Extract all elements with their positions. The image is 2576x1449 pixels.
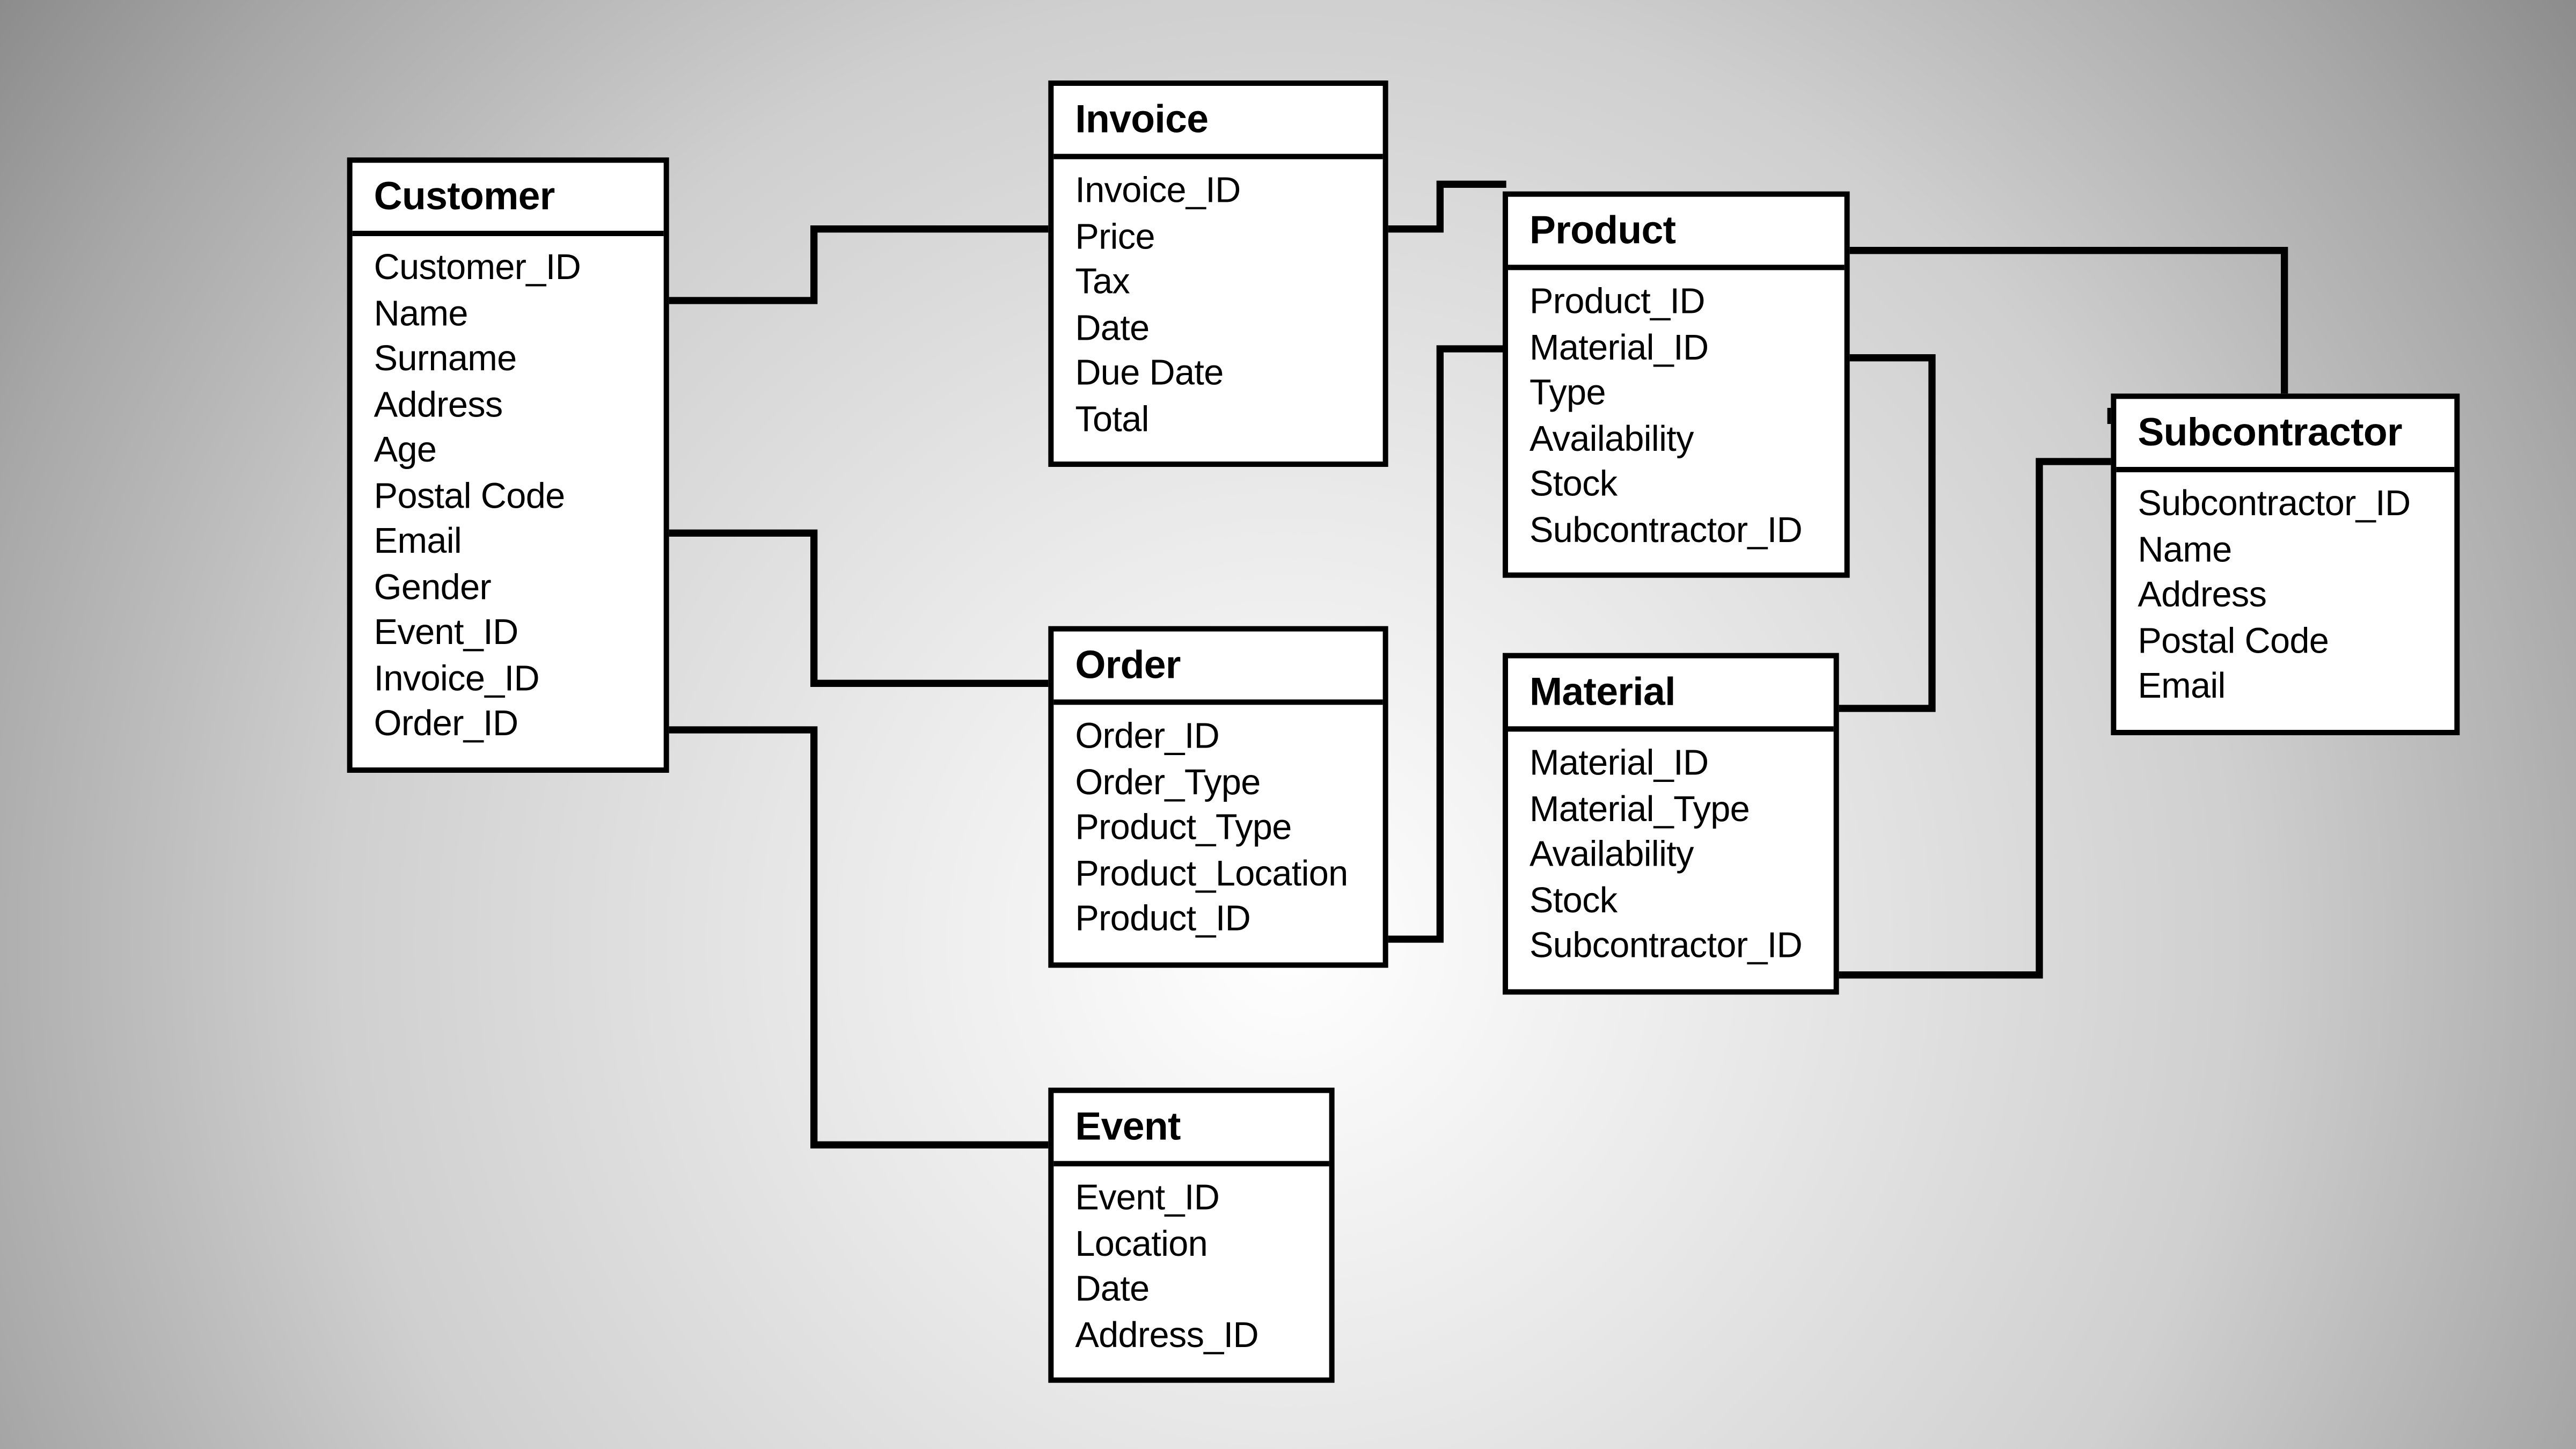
entity-field: Invoice_ID (374, 657, 642, 703)
entity-fields: Product_ID Material_ID Type Availability… (1508, 270, 1845, 572)
entity-field: Product_Type (1075, 807, 1361, 852)
entity-field: Age (374, 429, 642, 475)
entity-field: Address_ID (1075, 1314, 1307, 1359)
entity-customer: Customer Customer_ID Name Surname Addres… (347, 157, 669, 772)
entity-field: Material_ID (1529, 326, 1823, 372)
entity-field: Stock (1529, 463, 1823, 509)
entity-fields: Subcontractor_ID Name Address Postal Cod… (2116, 472, 2454, 729)
entity-field: Event_ID (374, 612, 642, 657)
entity-title: Invoice (1053, 86, 1382, 159)
entity-field: Product_Location (1075, 852, 1361, 898)
entity-material: Material Material_ID Material_Type Avail… (1503, 653, 1839, 994)
entity-field: Date (1075, 1268, 1307, 1314)
entity-title: Product (1508, 197, 1845, 270)
entity-field: Availability (1529, 418, 1823, 463)
entity-field: Postal Code (2138, 620, 2433, 665)
er-diagram-canvas: Customer Customer_ID Name Surname Addres… (0, 0, 2576, 1449)
entity-field: Subcontractor_ID (2138, 483, 2433, 529)
entity-subcontractor: Subcontractor Subcontractor_ID Name Addr… (2111, 393, 2460, 734)
entity-field: Invoice_ID (1075, 170, 1361, 216)
entity-field: Email (2138, 665, 2433, 711)
entity-field: Name (2138, 529, 2433, 574)
entity-title: Subcontractor (2116, 399, 2454, 472)
entity-field: Address (2138, 574, 2433, 620)
entity-product: Product Product_ID Material_ID Type Avai… (1503, 192, 1850, 578)
entity-fields: Invoice_ID Price Tax Date Due Date Total (1053, 159, 1382, 462)
entity-field: Event_ID (1075, 1177, 1307, 1223)
entity-fields: Event_ID Location Date Address_ID (1053, 1166, 1329, 1377)
entity-field: Total (1075, 398, 1361, 444)
entity-title: Event (1053, 1093, 1329, 1167)
entity-field: Email (374, 521, 642, 566)
entity-field: Gender (374, 566, 642, 612)
entity-field: Type (1529, 372, 1823, 418)
entity-field: Price (1075, 216, 1361, 261)
entity-field: Customer_ID (374, 247, 642, 292)
entity-field: Availability (1529, 833, 1812, 879)
entity-field: Due Date (1075, 353, 1361, 398)
entity-field: Location (1075, 1223, 1307, 1268)
entity-field: Product_ID (1075, 898, 1361, 943)
entity-field: Material_Type (1529, 788, 1812, 833)
entity-title: Order (1053, 632, 1382, 705)
entity-field: Order_Type (1075, 761, 1361, 807)
entity-field: Name (374, 292, 642, 338)
entity-field: Address (374, 384, 642, 429)
entity-field: Tax (1075, 261, 1361, 307)
entity-field: Product_ID (1529, 281, 1823, 326)
entity-event: Event Event_ID Location Date Address_ID (1048, 1088, 1334, 1383)
entity-field: Order_ID (1075, 715, 1361, 761)
entity-fields: Customer_ID Name Surname Address Age Pos… (353, 236, 664, 766)
entity-fields: Material_ID Material_Type Availability S… (1508, 731, 1834, 988)
entity-field: Postal Code (374, 475, 642, 521)
entity-field: Order_ID (374, 703, 642, 749)
entity-invoice: Invoice Invoice_ID Price Tax Date Due Da… (1048, 80, 1388, 467)
entity-field: Subcontractor_ID (1529, 925, 1812, 970)
entity-field: Material_ID (1529, 742, 1812, 788)
entity-fields: Order_ID Order_Type Product_Type Product… (1053, 705, 1382, 961)
entity-field: Surname (374, 338, 642, 384)
entity-field: Date (1075, 307, 1361, 353)
entity-field: Subcontractor_ID (1529, 509, 1823, 554)
entity-title: Material (1508, 658, 1834, 732)
entity-field: Stock (1529, 879, 1812, 925)
entity-order: Order Order_ID Order_Type Product_Type P… (1048, 626, 1388, 967)
entity-title: Customer (353, 163, 664, 236)
